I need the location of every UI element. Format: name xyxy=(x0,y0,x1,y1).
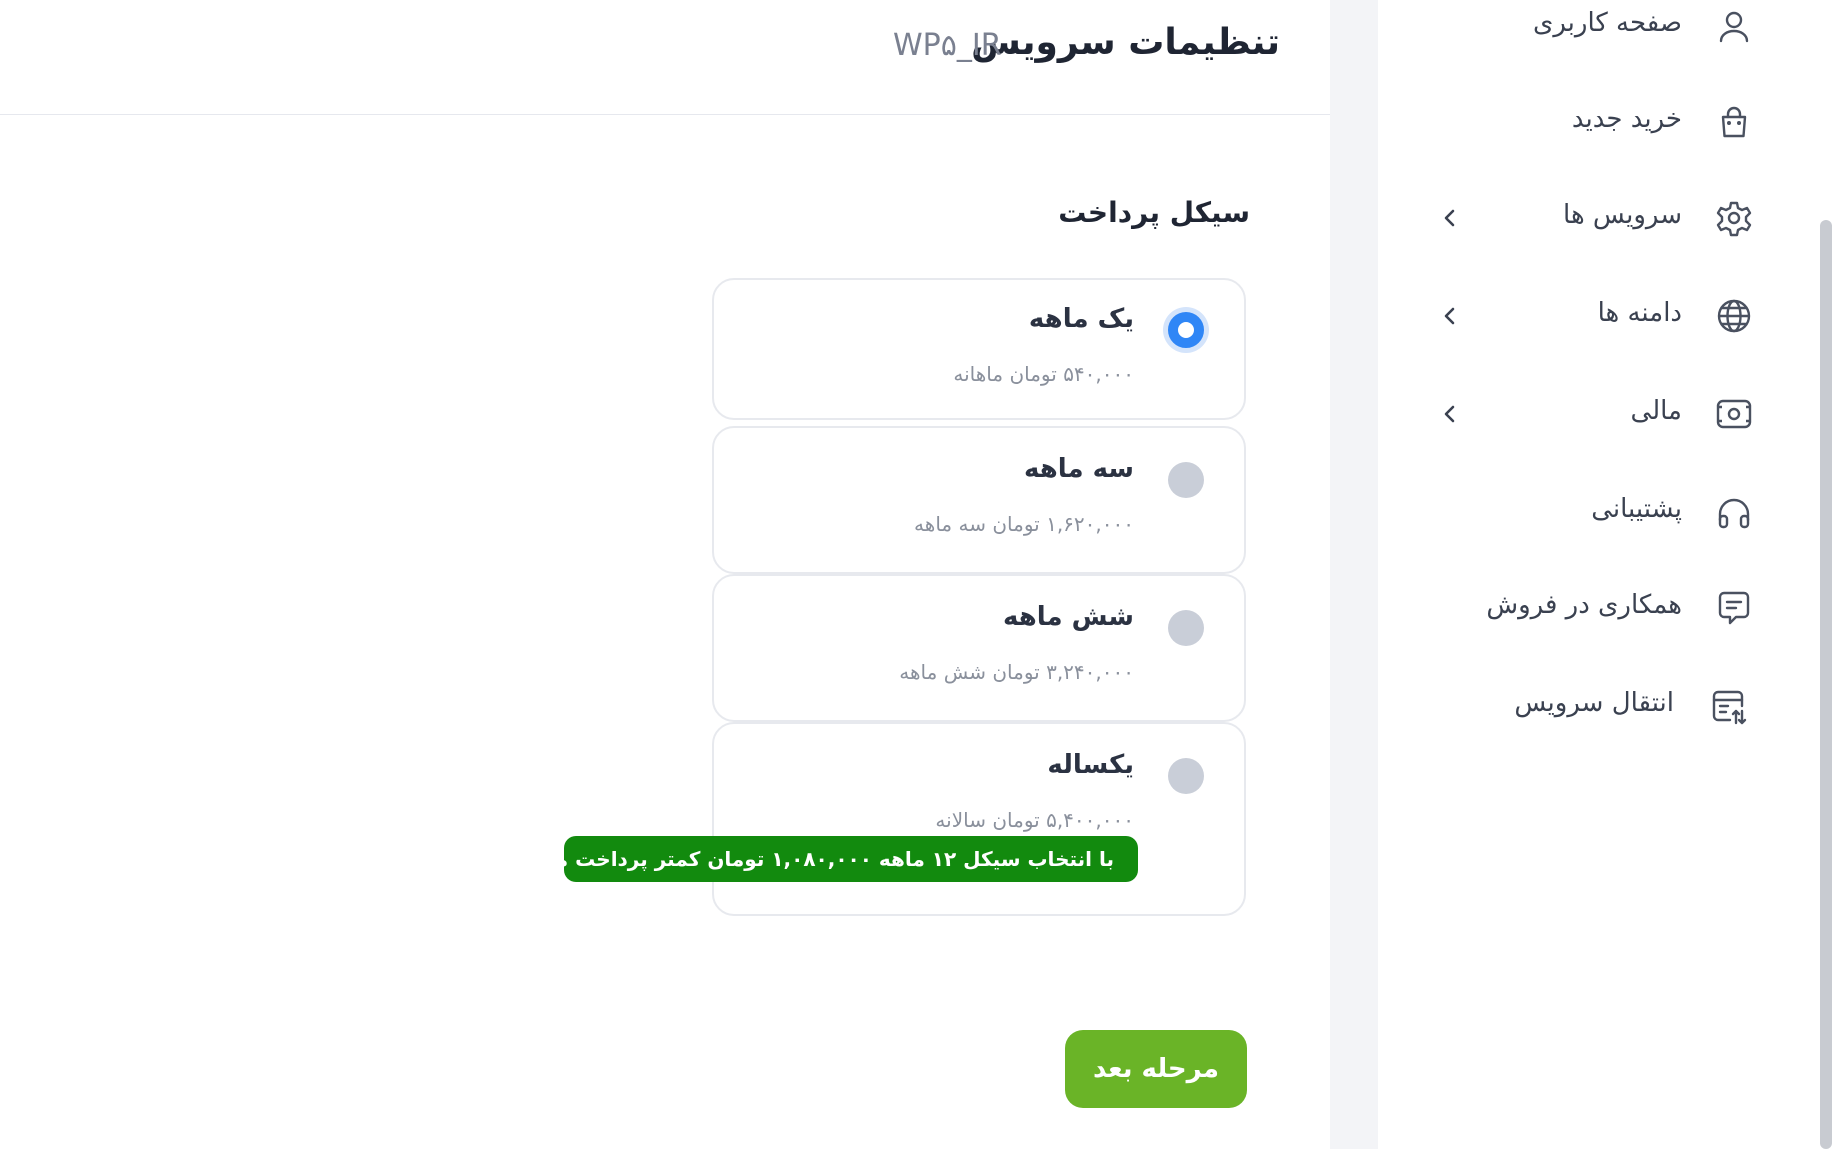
main-content: تنظیمات سرویس WP۵_IR سیکل پرداخت یک ماهه… xyxy=(0,0,1330,1149)
option-label: شش ماهه xyxy=(1002,602,1134,632)
page-title: تنظیمات سرویس xyxy=(971,22,1280,63)
content-divider xyxy=(1330,0,1378,1149)
sidebar-item-dashboard[interactable]: صفحه کاربری xyxy=(1378,0,1778,56)
next-step-button[interactable]: مرحله بعد xyxy=(1065,1030,1247,1108)
sidebar-item-services[interactable]: سرویس ها xyxy=(1378,188,1778,248)
option-label: یک ماهه xyxy=(1028,304,1134,334)
scrollbar[interactable] xyxy=(1820,220,1832,1149)
billing-cycle-title: سیکل پرداخت xyxy=(1058,196,1250,229)
billing-option-monthly[interactable]: یک ماهه ۵۴۰,۰۰۰ تومان ماهانه xyxy=(712,278,1246,420)
option-price: ۵۴۰,۰۰۰ تومان ماهانه xyxy=(953,362,1134,386)
chevron-left-icon xyxy=(1444,307,1455,325)
option-price: ۳,۲۴۰,۰۰۰ تومان شش ماهه xyxy=(899,660,1134,684)
chevron-left-icon xyxy=(1444,405,1455,423)
chevron-left-icon xyxy=(1444,209,1455,227)
sidebar-item-affiliate[interactable]: همکاری در فروش xyxy=(1378,578,1778,638)
sidebar-item-financial[interactable]: مالی xyxy=(1378,384,1778,444)
sidebar-item-label: مالی xyxy=(1630,396,1682,426)
globe-icon xyxy=(1717,299,1751,333)
sidebar-item-label: خرید جدید xyxy=(1571,104,1682,134)
sidebar-item-label: همکاری در فروش xyxy=(1486,590,1682,620)
shopping-bag-icon xyxy=(1721,106,1747,138)
radio-button[interactable] xyxy=(1168,462,1204,498)
gear-icon xyxy=(1716,201,1752,237)
yearly-savings-badge: با انتخاب سیکل ۱۲ ماهه ۱,۰۸۰,۰۰۰ تومان ک… xyxy=(500,836,1138,882)
sidebar-item-label: پشتیبانی xyxy=(1591,494,1682,524)
sidebar-item-new-purchase[interactable]: خرید جدید xyxy=(1378,92,1778,152)
headphones-icon xyxy=(1718,498,1750,529)
option-price: ۱,۶۲۰,۰۰۰ تومان سه ماهه xyxy=(914,512,1134,536)
user-icon xyxy=(1719,11,1749,43)
sidebar-item-service-transfer[interactable]: انتقال سرویس xyxy=(1378,676,1778,736)
sidebar-item-support[interactable]: پشتیبانی xyxy=(1378,482,1778,542)
radio-button-selected[interactable] xyxy=(1168,312,1204,348)
sidebar-item-domains[interactable]: دامنه ها xyxy=(1378,286,1778,346)
billing-option-semiannual[interactable]: شش ماهه ۳,۲۴۰,۰۰۰ تومان شش ماهه xyxy=(712,574,1246,722)
radio-button[interactable] xyxy=(1168,758,1204,794)
sidebar-item-label: صفحه کاربری xyxy=(1532,8,1682,38)
radio-button[interactable] xyxy=(1168,610,1204,646)
sidebar: صفحه کاربری خرید جدید سرویس ها دامنه ها xyxy=(1378,0,1848,1149)
money-icon xyxy=(1716,399,1752,429)
billing-option-yearly[interactable]: یکساله ۵,۴۰۰,۰۰۰ تومان سالانه xyxy=(712,722,1246,916)
service-code: WP۵_IR xyxy=(893,28,1002,63)
option-label: یکساله xyxy=(1047,750,1134,780)
sidebar-item-label: سرویس ها xyxy=(1563,200,1682,230)
option-price: ۵,۴۰۰,۰۰۰ تومان سالانه xyxy=(935,808,1134,832)
page-header: تنظیمات سرویس WP۵_IR xyxy=(0,0,1330,115)
sidebar-item-label: انتقال سرویس xyxy=(1514,688,1674,718)
chat-icon xyxy=(1718,591,1750,625)
transfer-icon xyxy=(1712,690,1747,725)
sidebar-item-label: دامنه ها xyxy=(1597,298,1682,328)
option-label: سه ماهه xyxy=(1023,454,1134,484)
billing-option-quarterly[interactable]: سه ماهه ۱,۶۲۰,۰۰۰ تومان سه ماهه xyxy=(712,426,1246,574)
